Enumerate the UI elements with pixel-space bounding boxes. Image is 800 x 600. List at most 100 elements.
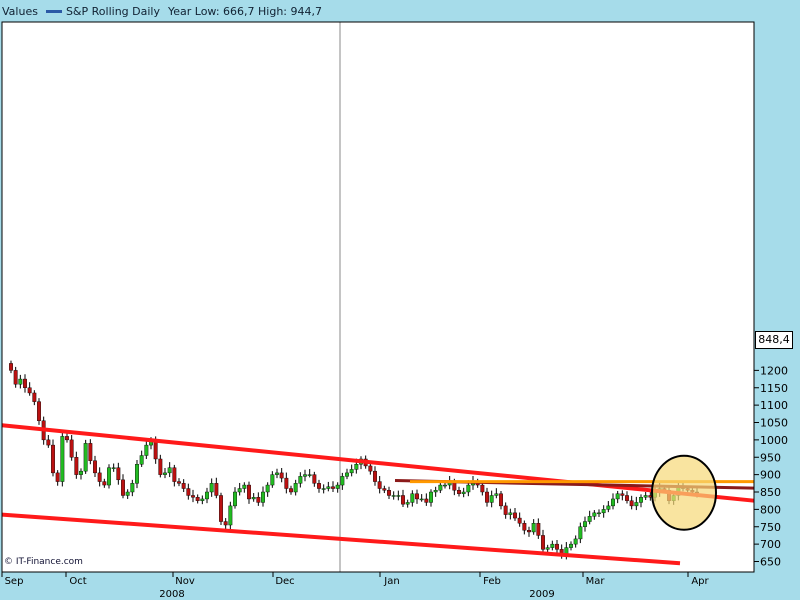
candle-body <box>401 495 405 505</box>
price-chart: 650 700 750 800 850 900 950 1000 1050 1100 1150 120… <box>1 21 788 600</box>
candle-body <box>228 505 233 526</box>
candle-body <box>368 465 373 472</box>
candle-body <box>279 472 284 479</box>
candle-body <box>46 439 51 446</box>
candle-body <box>251 497 256 500</box>
candle-body <box>79 470 83 475</box>
candle-body <box>419 498 424 501</box>
series-swatch-icon <box>45 10 62 13</box>
candle-body <box>135 464 139 484</box>
candle-body <box>583 521 587 527</box>
candle-body <box>634 502 639 507</box>
candle-body <box>620 493 625 496</box>
candle-body <box>517 517 522 524</box>
candle-body <box>130 483 135 493</box>
candle-body <box>111 467 116 469</box>
candle-body <box>573 538 578 545</box>
candle-body <box>443 484 447 487</box>
candle-body <box>186 488 191 496</box>
candle-body <box>23 378 27 388</box>
candle-body <box>480 484 485 493</box>
candle-body <box>391 495 396 497</box>
candle-body <box>214 483 219 496</box>
candle-body <box>485 491 489 503</box>
x-tick-label: Apr <box>691 576 709 587</box>
candle-body <box>65 436 69 441</box>
candle-body <box>433 490 438 493</box>
candle-body <box>125 491 130 496</box>
y-tick-label: 1200 <box>760 364 788 377</box>
candle-body <box>32 392 37 402</box>
x-tick-label: Sep <box>5 576 24 587</box>
candle-body <box>144 444 149 456</box>
candle-body <box>191 495 195 498</box>
candle-body <box>513 512 517 519</box>
candle-body <box>261 491 265 503</box>
candle-body <box>242 484 247 489</box>
series-legend: S&P Rolling Daily <box>45 5 160 18</box>
candle-body <box>205 491 209 500</box>
candle-body <box>601 509 606 514</box>
candle-body <box>396 495 401 497</box>
candle-body <box>592 512 597 517</box>
candle-body <box>298 476 303 484</box>
candle-body <box>9 363 13 371</box>
y-tick-label: 850 <box>760 486 781 499</box>
candle-body <box>13 370 18 385</box>
candle-body <box>587 516 592 522</box>
candle-body <box>340 476 345 486</box>
candle-body <box>37 401 41 421</box>
candle-body <box>545 547 550 550</box>
y-tick-label: 1150 <box>760 382 788 395</box>
candle-body <box>93 460 97 474</box>
year-label: 2008 <box>159 589 184 600</box>
candle-body <box>335 484 340 489</box>
candle-body <box>275 472 279 475</box>
year-label: 2009 <box>529 589 554 600</box>
last-price-badge: 848,4 <box>755 331 793 349</box>
candle-body <box>387 490 391 496</box>
candle-body <box>541 535 545 550</box>
candle-body <box>611 498 615 507</box>
candle-body <box>405 502 410 505</box>
x-tick-label: Dec <box>275 576 294 587</box>
candle-body <box>195 497 200 501</box>
candle-body <box>172 467 177 482</box>
candle-body <box>429 491 433 503</box>
candle-body <box>415 493 419 500</box>
credit-text: © IT-Finance.com <box>4 557 83 567</box>
highlight-circle <box>651 454 717 531</box>
candle-body <box>531 523 536 533</box>
candle-body <box>625 495 629 501</box>
x-tick-label: Nov <box>175 576 195 587</box>
candle-body <box>181 483 186 489</box>
candle-body <box>177 481 181 484</box>
candle-body <box>615 493 620 500</box>
candle-body <box>494 493 499 496</box>
year-range: Year Low: 666,7 High: 944,7 <box>167 4 322 18</box>
y-tick-label: 800 <box>760 503 781 516</box>
candle-body <box>55 472 60 482</box>
candle-body <box>237 488 242 493</box>
candle-body <box>438 484 443 491</box>
candle-body <box>321 488 326 490</box>
candle-body <box>349 469 354 474</box>
candle-body <box>457 490 461 494</box>
candle-body <box>102 481 107 486</box>
candle-body <box>293 483 298 493</box>
candle-body <box>503 505 508 515</box>
y-tick-label: 950 <box>760 451 781 464</box>
candle-body <box>522 523 527 531</box>
candle-body <box>550 543 555 548</box>
candle-body <box>270 474 275 486</box>
candle-body <box>158 458 163 475</box>
candle-body <box>527 530 531 533</box>
candle-body <box>97 472 102 482</box>
candle-body <box>377 481 382 489</box>
candle-body <box>499 493 503 507</box>
candle-body <box>461 491 466 494</box>
candle-body <box>410 493 415 503</box>
candle-body <box>51 444 55 474</box>
candle-body <box>60 436 65 482</box>
candle-body <box>382 488 387 491</box>
